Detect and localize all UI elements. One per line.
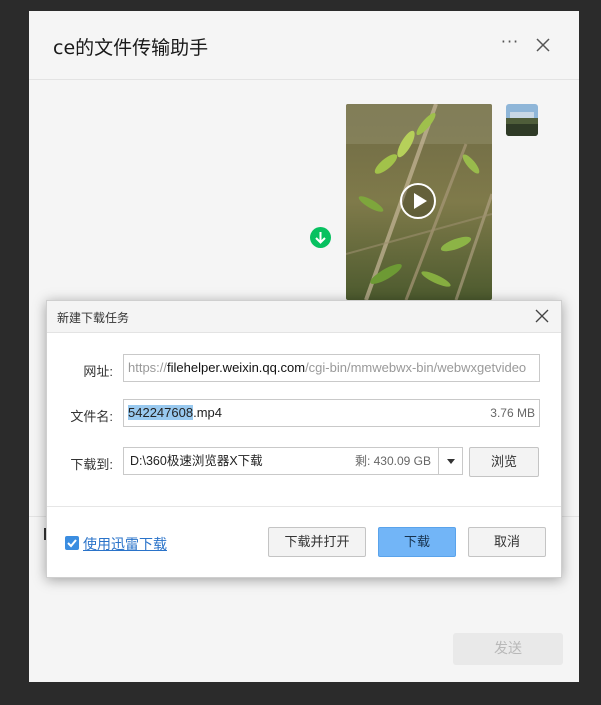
play-icon[interactable] xyxy=(399,182,437,220)
close-icon[interactable] xyxy=(533,35,553,55)
file-size: 3.76 MB xyxy=(490,406,535,420)
download-and-open-button[interactable]: 下载并打开 xyxy=(268,527,366,557)
avatar[interactable] xyxy=(506,104,538,136)
video-message-thumbnail[interactable] xyxy=(346,104,492,300)
xunlei-link[interactable]: 使用迅雷下载 xyxy=(83,534,167,554)
dialog-title: 新建下载任务 xyxy=(57,311,130,325)
xunlei-checkbox[interactable] xyxy=(65,536,79,550)
browse-button[interactable]: 浏览 xyxy=(469,447,539,477)
save-path-field[interactable]: D:\360极速浏览器X下载 剩: 430.09 GB xyxy=(123,447,439,475)
filename-field[interactable]: 542247608.mp4 3.76 MB xyxy=(123,399,540,427)
url-host: filehelper.weixin.qq.com xyxy=(167,360,306,375)
url-label: 网址: xyxy=(83,364,113,379)
download-status-icon[interactable] xyxy=(310,227,331,248)
new-download-dialog: 新建下载任务 网址: https://filehelper.weixin.qq.… xyxy=(46,300,562,578)
divider xyxy=(47,506,561,507)
chat-title: ce的文件传输助手 xyxy=(53,37,209,59)
download-button[interactable]: 下载 xyxy=(378,527,456,557)
filename-label: 文件名: xyxy=(70,409,113,424)
chat-header: ce的文件传输助手 ··· xyxy=(29,11,579,80)
saveto-label: 下载到: xyxy=(70,457,113,472)
path-dropdown-icon[interactable] xyxy=(438,447,463,475)
free-space: 剩: 430.09 GB xyxy=(354,454,431,468)
url-path: /cgi-bin/mmwebwx-bin/webwxgetvideo xyxy=(305,360,527,375)
cancel-button[interactable]: 取消 xyxy=(468,527,546,557)
url-prefix: https:// xyxy=(128,360,168,375)
url-field[interactable]: https://filehelper.weixin.qq.com/cgi-bin… xyxy=(123,354,540,382)
thunder-icon xyxy=(67,539,77,548)
send-button[interactable]: 发送 xyxy=(453,633,563,665)
close-icon[interactable] xyxy=(534,308,550,324)
dialog-titlebar: 新建下载任务 xyxy=(47,301,561,333)
save-path: D:\360极速浏览器X下载 xyxy=(130,454,263,468)
filename-selected: 542247608 xyxy=(128,405,194,420)
filename-ext: .mp4 xyxy=(193,405,222,420)
more-options-icon[interactable]: ··· xyxy=(499,34,521,51)
